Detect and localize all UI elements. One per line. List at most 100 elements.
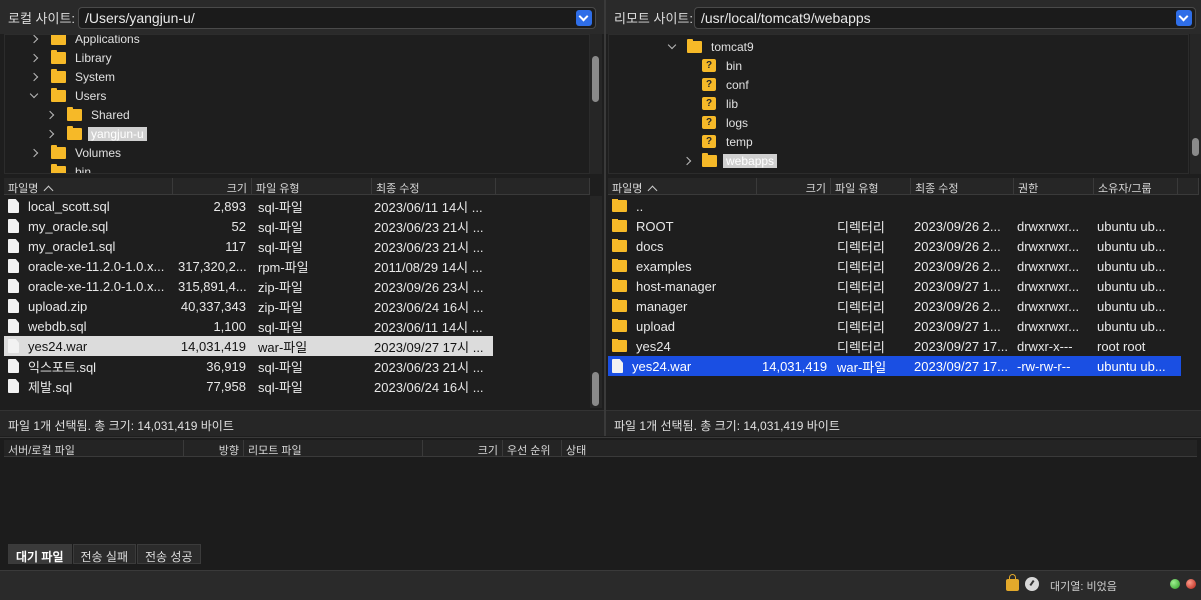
- local-col-size[interactable]: 크기: [173, 178, 252, 194]
- remote-col-size[interactable]: 크기: [757, 178, 831, 194]
- tree-node[interactable]: webapps: [609, 151, 778, 170]
- tree-node[interactable]: Shared: [5, 105, 133, 124]
- remote-col-modified[interactable]: 최종 수정: [911, 178, 1014, 194]
- file-row[interactable]: 제발.sql 77,958 sql-파일 2023/06/24 16시 ...: [4, 376, 493, 396]
- tree-node-label: bin: [726, 58, 743, 73]
- local-list-scrollbar[interactable]: [590, 196, 602, 408]
- chevron-right-icon[interactable]: [45, 129, 55, 139]
- unknown-folder-icon: ?: [702, 116, 716, 129]
- folder-icon: [687, 38, 702, 53]
- remote-file-list[interactable]: .. ROOT 디렉터리 2023/09/26 2... drwxrwxr... ubun…: [608, 196, 1199, 404]
- queue-col-priority[interactable]: 우선 순위: [503, 440, 562, 457]
- tree-node[interactable]: Users: [5, 86, 109, 105]
- local-tree-scrollbar[interactable]: [590, 34, 602, 174]
- file-row[interactable]: examples 디렉터리 2023/09/26 2... drwxrwxr... ub…: [608, 256, 1181, 276]
- tree-node-label: Volumes: [75, 145, 122, 160]
- file-size-cell: 14,031,419: [762, 358, 828, 374]
- file-row[interactable]: manager 디렉터리 2023/09/26 2... drwxrwxr... ubu…: [608, 296, 1181, 316]
- local-col-type[interactable]: 파일 유형: [252, 178, 372, 194]
- file-row[interactable]: local_scott.sql 2,893 sql-파일 2023/06/11 14시…: [4, 196, 493, 216]
- tree-node[interactable]: Applications: [5, 35, 143, 48]
- file-row[interactable]: yes24.war 14,031,419 war-파일 2023/09/27 17시 …: [4, 336, 493, 356]
- local-directory-tree[interactable]: Applications Library System Users Shared yang…: [4, 34, 590, 174]
- remote-col-name[interactable]: 파일명: [608, 178, 757, 194]
- file-modified-cell: 2023/09/27 1...: [914, 318, 1001, 334]
- file-modified-cell: 2023/06/23 21시 ...: [374, 359, 484, 375]
- file-row[interactable]: docs 디렉터리 2023/09/26 2... drwxrwxr... ubuntu…: [608, 236, 1181, 256]
- remote-col-perms[interactable]: 권한: [1014, 178, 1094, 194]
- chevron-right-icon[interactable]: [29, 53, 39, 63]
- chevron-right-icon[interactable]: [29, 148, 39, 158]
- tab-successful-transfers[interactable]: 전송 성공: [137, 544, 201, 564]
- lock-icon[interactable]: [1006, 574, 1019, 591]
- tree-node[interactable]: ? bin: [609, 56, 745, 75]
- remote-path-combo[interactable]: /usr/local/tomcat9/webapps: [694, 7, 1196, 29]
- remote-path-value: /usr/local/tomcat9/webapps: [701, 10, 871, 26]
- remote-col-type[interactable]: 파일 유형: [831, 178, 911, 194]
- file-name-cell: yes24: [608, 338, 758, 354]
- chevron-right-icon[interactable]: [45, 110, 55, 120]
- chevron-down-icon[interactable]: [667, 40, 677, 50]
- file-name-cell: my_oracle.sql: [4, 219, 174, 234]
- local-path-combo[interactable]: /Users/yangjun-u/: [78, 7, 596, 29]
- file-row[interactable]: yes24 디렉터리 2023/09/27 17... drwxr-x--- root …: [608, 336, 1181, 356]
- file-row[interactable]: ..: [608, 196, 1181, 216]
- remote-tree-scroll-thumb[interactable]: [1192, 138, 1199, 156]
- local-tree-scroll-thumb[interactable]: [592, 56, 599, 102]
- remote-path-dropdown-icon[interactable]: [1176, 10, 1192, 26]
- tree-node-label: bin: [75, 164, 92, 174]
- queue-col-local-file[interactable]: 서버/로컬 파일: [4, 440, 184, 457]
- chevron-right-icon[interactable]: [682, 156, 692, 166]
- file-modified-cell: 2023/09/27 17시 ...: [374, 339, 484, 355]
- local-list-scroll-thumb[interactable]: [592, 372, 599, 406]
- tree-node[interactable]: ? logs: [609, 113, 751, 132]
- file-row[interactable]: oracle-xe-11.2.0-1.0.x... 317,320,2... rpm…: [4, 256, 493, 276]
- tree-node-label: webapps: [723, 153, 778, 168]
- file-row[interactable]: 익스포트.sql 36,919 sql-파일 2023/06/23 21시 ...: [4, 356, 493, 376]
- local-site-bar: 로컬 사이트: /Users/yangjun-u/: [0, 0, 604, 34]
- queue-col-remote-file[interactable]: 리모트 파일: [244, 440, 423, 457]
- tree-node[interactable]: Volumes: [5, 143, 124, 162]
- local-path-dropdown-icon[interactable]: [576, 10, 592, 26]
- file-perms-cell: drwxrwxr...: [1017, 258, 1080, 274]
- local-file-list[interactable]: local_scott.sql 2,893 sql-파일 2023/06/11 14시…: [4, 196, 590, 404]
- tree-node-label: temp: [726, 134, 753, 149]
- file-row[interactable]: ROOT 디렉터리 2023/09/26 2... drwxrwxr... ubuntu…: [608, 216, 1181, 236]
- file-modified-cell: 2023/09/27 1...: [914, 278, 1001, 294]
- file-modified-cell: 2023/06/24 16시 ...: [374, 299, 484, 315]
- tree-node[interactable]: Library: [5, 48, 115, 67]
- file-row[interactable]: upload.zip 40,337,343 zip-파일 2023/06/24 16시…: [4, 296, 493, 316]
- tree-node[interactable]: ? lib: [609, 94, 741, 113]
- tree-node[interactable]: System: [5, 67, 118, 86]
- remote-file-list-header: 파일명 크기 파일 유형 최종 수정 권한 소유자/그룹: [608, 178, 1199, 195]
- tree-node[interactable]: ? conf: [609, 75, 752, 94]
- local-col-modified[interactable]: 최종 수정: [372, 178, 496, 194]
- local-col-name[interactable]: 파일명: [4, 178, 173, 194]
- file-row[interactable]: upload 디렉터리 2023/09/27 1... drwxrwxr... ubun…: [608, 316, 1181, 336]
- queue-col-direction[interactable]: 방향: [184, 440, 244, 457]
- speed-limit-icon[interactable]: [1025, 577, 1039, 591]
- file-row[interactable]: my_oracle1.sql 117 sql-파일 2023/06/23 21시 ..…: [4, 236, 493, 256]
- file-type-cell: sql-파일: [258, 319, 303, 335]
- remote-tree-scrollbar[interactable]: [1190, 34, 1201, 174]
- file-row[interactable]: yes24.war 14,031,419 war-파일 2023/09/27 17..…: [608, 356, 1181, 376]
- tab-failed-transfers[interactable]: 전송 실패: [72, 544, 136, 564]
- chevron-right-icon[interactable]: [29, 35, 39, 44]
- file-row[interactable]: host-manager 디렉터리 2023/09/27 1... drwxrwxr.…: [608, 276, 1181, 296]
- file-row[interactable]: oracle-xe-11.2.0-1.0.x... 315,891,4... zip…: [4, 276, 493, 296]
- chevron-right-icon[interactable]: [29, 72, 39, 82]
- remote-col-owner[interactable]: 소유자/그룹: [1094, 178, 1178, 194]
- queue-col-size[interactable]: 크기: [423, 440, 503, 457]
- tree-node[interactable]: tomcat9: [609, 37, 757, 56]
- tree-node[interactable]: yangjun-u: [5, 124, 147, 143]
- folder-icon: [51, 144, 66, 159]
- queue-col-status[interactable]: 상태: [562, 440, 1197, 457]
- remote-directory-tree[interactable]: tomcat9? bin? conf? lib? logs? temp webapps: [608, 34, 1189, 174]
- file-row[interactable]: webdb.sql 1,100 sql-파일 2023/06/11 14시 ...: [4, 316, 493, 336]
- tab-queued-files[interactable]: 대기 파일: [8, 544, 72, 564]
- file-row[interactable]: my_oracle.sql 52 sql-파일 2023/06/23 21시 ...: [4, 216, 493, 236]
- file-modified-cell: 2011/08/29 14시 ...: [374, 259, 483, 275]
- tree-node[interactable]: ? temp: [609, 132, 756, 151]
- tree-node[interactable]: bin: [5, 162, 94, 174]
- chevron-down-icon[interactable]: [29, 89, 39, 99]
